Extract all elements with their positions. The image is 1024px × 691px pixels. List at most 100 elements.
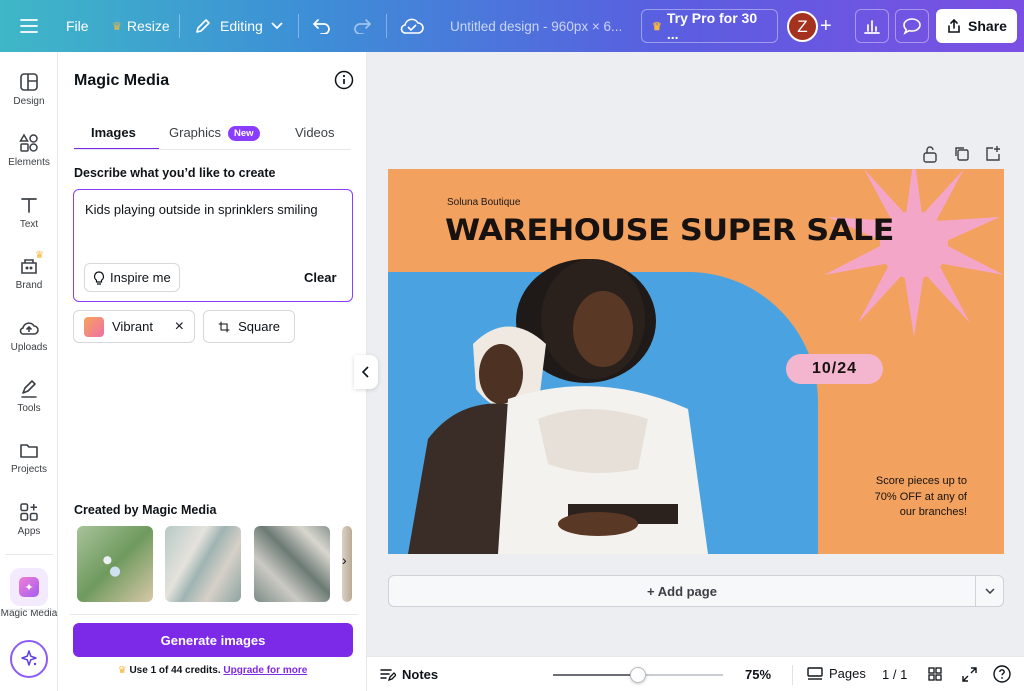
rail-label: Elements — [8, 157, 50, 168]
chevron-right-icon[interactable]: › — [342, 552, 347, 568]
aspect-ratio-button[interactable]: Square — [203, 310, 295, 343]
tab-videos[interactable]: Videos — [295, 125, 335, 140]
inspire-me-button[interactable]: Inspire me — [84, 263, 180, 292]
redo-icon[interactable] — [352, 0, 372, 52]
lock-icon[interactable] — [922, 145, 938, 163]
lightbulb-icon — [93, 270, 105, 285]
help-icon[interactable] — [993, 665, 1011, 683]
rail-label: Text — [19, 219, 39, 230]
panel-title: Magic Media — [74, 72, 170, 89]
rail-item-apps[interactable]: Apps — [0, 502, 58, 537]
try-pro-label: Try Pro for 30 ... — [666, 10, 758, 42]
design-headline[interactable]: WAREHOUSE SUPER SALE — [445, 213, 894, 247]
resize-button[interactable]: ♛ Resize — [112, 0, 170, 52]
info-icon[interactable] — [334, 70, 354, 90]
design-page[interactable]: Soluna Boutique WAREHOUSE SUPER SALE 10/… — [388, 169, 1004, 554]
add-collaborator-icon[interactable]: + — [820, 0, 832, 52]
crown-icon: ♛ — [117, 665, 127, 676]
side-rail: Design Elements Text ♛ Brand Uploads Too… — [0, 52, 58, 691]
editing-mode-button[interactable]: Editing — [194, 0, 283, 52]
share-label: Share — [968, 18, 1007, 34]
rail-item-design[interactable]: Design — [0, 72, 58, 107]
crown-icon: ♛ — [112, 20, 122, 33]
magic-assistant-button[interactable] — [10, 640, 48, 678]
top-bar: File ♛ Resize Editing Untitled design - 9… — [0, 0, 1024, 52]
rail-item-magic-media[interactable]: ✦ Magic Media — [0, 568, 58, 619]
rail-item-text[interactable]: Text — [0, 195, 58, 230]
rail-item-brand[interactable]: ♛ Brand — [0, 250, 58, 291]
rail-item-elements[interactable]: Elements — [0, 133, 58, 168]
page-count[interactable]: 1 / 1 — [882, 667, 907, 682]
magic-media-icon: ✦ — [10, 568, 48, 606]
upgrade-link[interactable]: Upgrade for more — [223, 665, 307, 676]
zoom-value[interactable]: 75% — [745, 667, 771, 682]
design-promo-text[interactable]: Score pieces up to 70% OFF at any of our… — [808, 474, 988, 521]
close-icon[interactable]: × — [175, 318, 184, 336]
tab-graphics-label: Graphics — [169, 125, 222, 140]
canva-editor: File ♛ Resize Editing Untitled design - 9… — [0, 0, 1024, 691]
rail-item-projects[interactable]: Projects — [0, 440, 58, 475]
insights-button[interactable] — [855, 9, 889, 43]
apps-icon — [20, 503, 38, 521]
add-page-button[interactable]: + Add page — [388, 575, 976, 607]
ratio-label: Square — [238, 319, 280, 334]
zoom-slider-thumb[interactable] — [630, 667, 646, 683]
duplicate-page-icon[interactable] — [953, 145, 970, 162]
try-pro-button[interactable]: ♛ Try Pro for 30 ... — [641, 9, 778, 43]
generated-image-thumbnail[interactable] — [77, 526, 153, 602]
add-page-icon[interactable] — [984, 145, 1001, 162]
pages-label: Pages — [829, 666, 866, 681]
chevron-left-icon — [362, 366, 369, 378]
bar-chart-icon — [864, 20, 880, 34]
share-button[interactable]: Share — [936, 9, 1017, 43]
style-selector-button[interactable]: Vibrant × — [73, 310, 195, 343]
promo-line: our branches! — [899, 506, 967, 518]
notes-label: Notes — [402, 667, 439, 682]
generated-image-thumbnail[interactable] — [254, 526, 330, 602]
rail-label: Brand — [15, 280, 43, 291]
comments-button[interactable] — [895, 9, 929, 43]
zoom-slider-fill — [553, 674, 638, 676]
resize-label: Resize — [126, 18, 170, 34]
add-page-options-button[interactable] — [975, 575, 1004, 607]
pencil-icon — [196, 19, 210, 33]
created-by-label: Created by Magic Media — [74, 503, 217, 517]
prompt-label: Describe what you’d like to create — [74, 166, 276, 180]
rail-label: Tools — [17, 403, 41, 414]
rail-item-tools[interactable]: Tools — [0, 379, 58, 414]
tab-graphics[interactable]: Graphics — [169, 125, 221, 140]
document-title[interactable]: Untitled design - 960px × 6... — [450, 0, 622, 52]
clear-button[interactable]: Clear — [304, 270, 337, 285]
credits-info: ♛ Use 1 of 44 credits. Upgrade for more — [58, 665, 367, 676]
crop-icon — [218, 321, 230, 332]
comment-icon — [903, 18, 921, 35]
pages-button[interactable]: Pages — [807, 666, 866, 681]
style-label: Vibrant — [112, 319, 153, 334]
editing-label: Editing — [220, 18, 263, 34]
undo-icon[interactable] — [312, 0, 332, 52]
file-menu-button[interactable]: File — [66, 0, 89, 52]
zoom-slider[interactable] — [553, 667, 723, 683]
crown-icon: ♛ — [35, 250, 44, 261]
shapes-icon — [19, 133, 38, 152]
design-date-badge[interactable]: 10/24 — [786, 354, 883, 384]
cloud-save-icon[interactable] — [400, 0, 424, 52]
fullscreen-icon[interactable] — [962, 667, 977, 682]
generate-images-button[interactable]: Generate images — [73, 623, 353, 657]
collapse-panel-button[interactable] — [354, 355, 378, 389]
grid-view-icon[interactable] — [928, 667, 942, 681]
rail-label: Design — [13, 96, 45, 107]
bottom-bar: Notes 75% Pages 1 / 1 — [367, 656, 1024, 691]
chevron-down-icon — [271, 22, 283, 30]
generated-image-thumbnail[interactable] — [165, 526, 241, 602]
notes-button[interactable]: Notes — [380, 667, 438, 682]
menu-icon[interactable] — [14, 0, 44, 52]
tab-images[interactable]: Images — [91, 125, 136, 140]
prompt-textarea[interactable]: Kids playing outside in sprinklers smili… — [73, 189, 353, 302]
prompt-text: Kids playing outside in sprinklers smili… — [85, 202, 318, 217]
avatar[interactable]: Z — [787, 11, 818, 42]
rail-item-uploads[interactable]: Uploads — [0, 318, 58, 353]
magic-media-panel: Magic Media Images Graphics New Videos D… — [58, 52, 367, 691]
sparkle-icon — [21, 650, 37, 666]
design-brand-text[interactable]: Soluna Boutique — [447, 197, 520, 208]
